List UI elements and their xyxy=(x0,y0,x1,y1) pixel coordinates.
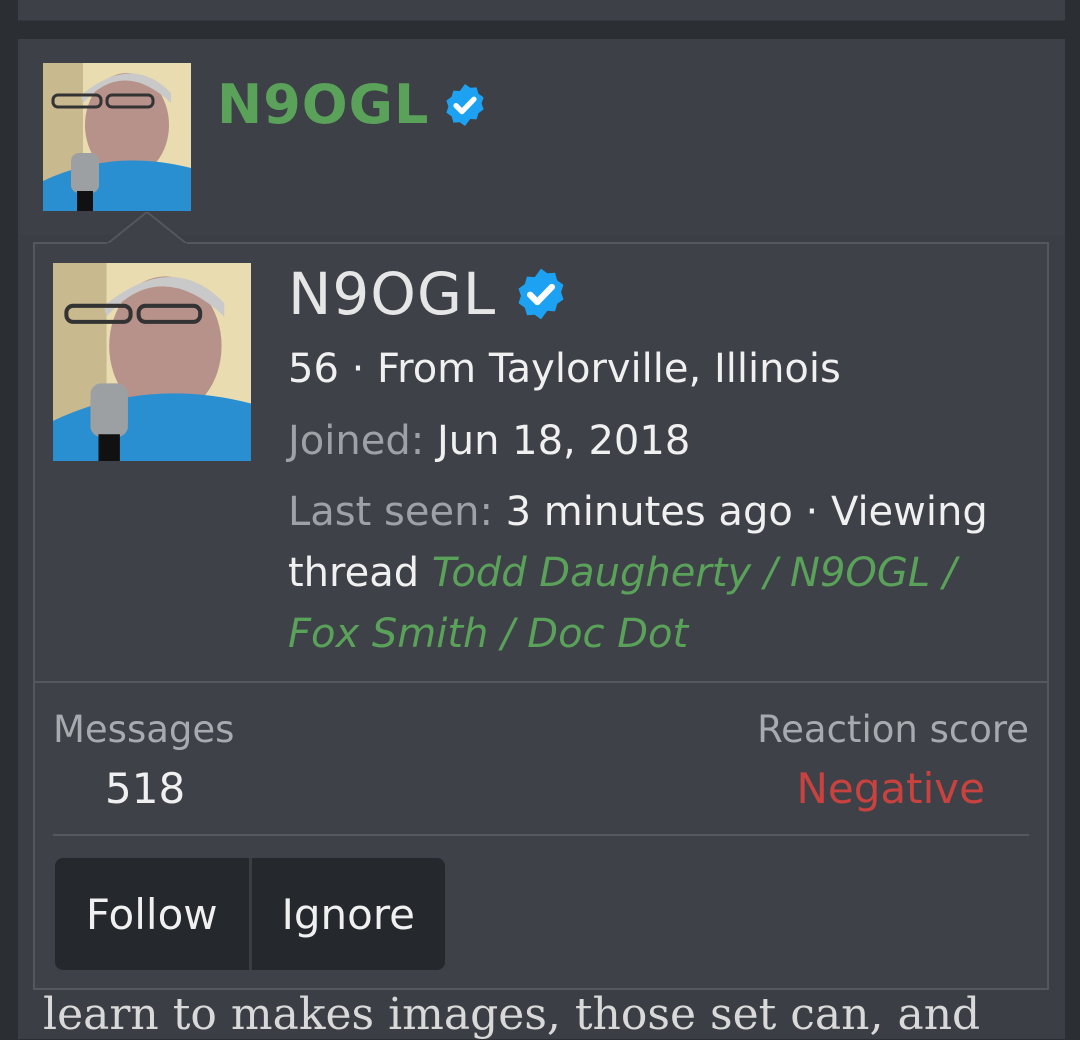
tooltip-name-row: N9OGL xyxy=(288,254,1007,334)
tooltip-divider xyxy=(35,681,1047,683)
age-location: 56 · From Taylorville, Illinois xyxy=(288,346,841,392)
post-body-text: learn to makes images, those set can, an… xyxy=(43,989,981,1040)
reaction-score-value[interactable]: Negative xyxy=(797,764,986,813)
tooltip-info: N9OGL 56 · From Taylorville, Illinois Jo… xyxy=(288,254,1007,665)
messages-label: Messages xyxy=(53,708,235,751)
tooltip-username[interactable]: N9OGL xyxy=(288,260,496,328)
follow-button[interactable]: Follow xyxy=(55,858,249,970)
joined-value: Jun 18, 2018 xyxy=(436,418,691,464)
last-seen-label: Last seen: xyxy=(288,489,493,535)
messages-value[interactable]: 518 xyxy=(105,764,185,813)
tooltip-avatar-image xyxy=(53,263,251,461)
verified-check-icon xyxy=(446,83,485,126)
tooltip-actions: Follow Ignore xyxy=(55,858,445,970)
previous-post-card xyxy=(18,0,1065,21)
ignore-button[interactable]: Ignore xyxy=(248,858,445,970)
last-seen-row: Last seen: 3 minutes ago · Viewing threa… xyxy=(288,482,1007,665)
member-tooltip: N9OGL 56 · From Taylorville, Illinois Jo… xyxy=(33,212,1049,990)
reaction-score-label: Reaction score xyxy=(757,708,1029,751)
post-header: N9OGL xyxy=(18,39,1065,235)
joined-row: Joined: Jun 18, 2018 xyxy=(288,410,1007,472)
verified-check-icon xyxy=(518,268,564,320)
tooltip-avatar[interactable] xyxy=(53,263,251,461)
stats-divider xyxy=(53,834,1029,836)
post-username-text[interactable]: N9OGL xyxy=(217,73,429,136)
joined-label: Joined: xyxy=(288,418,425,464)
tooltip-pointer xyxy=(107,212,187,244)
avatar[interactable] xyxy=(43,63,191,211)
post-username[interactable]: N9OGL xyxy=(217,73,489,136)
avatar-image xyxy=(43,63,191,211)
